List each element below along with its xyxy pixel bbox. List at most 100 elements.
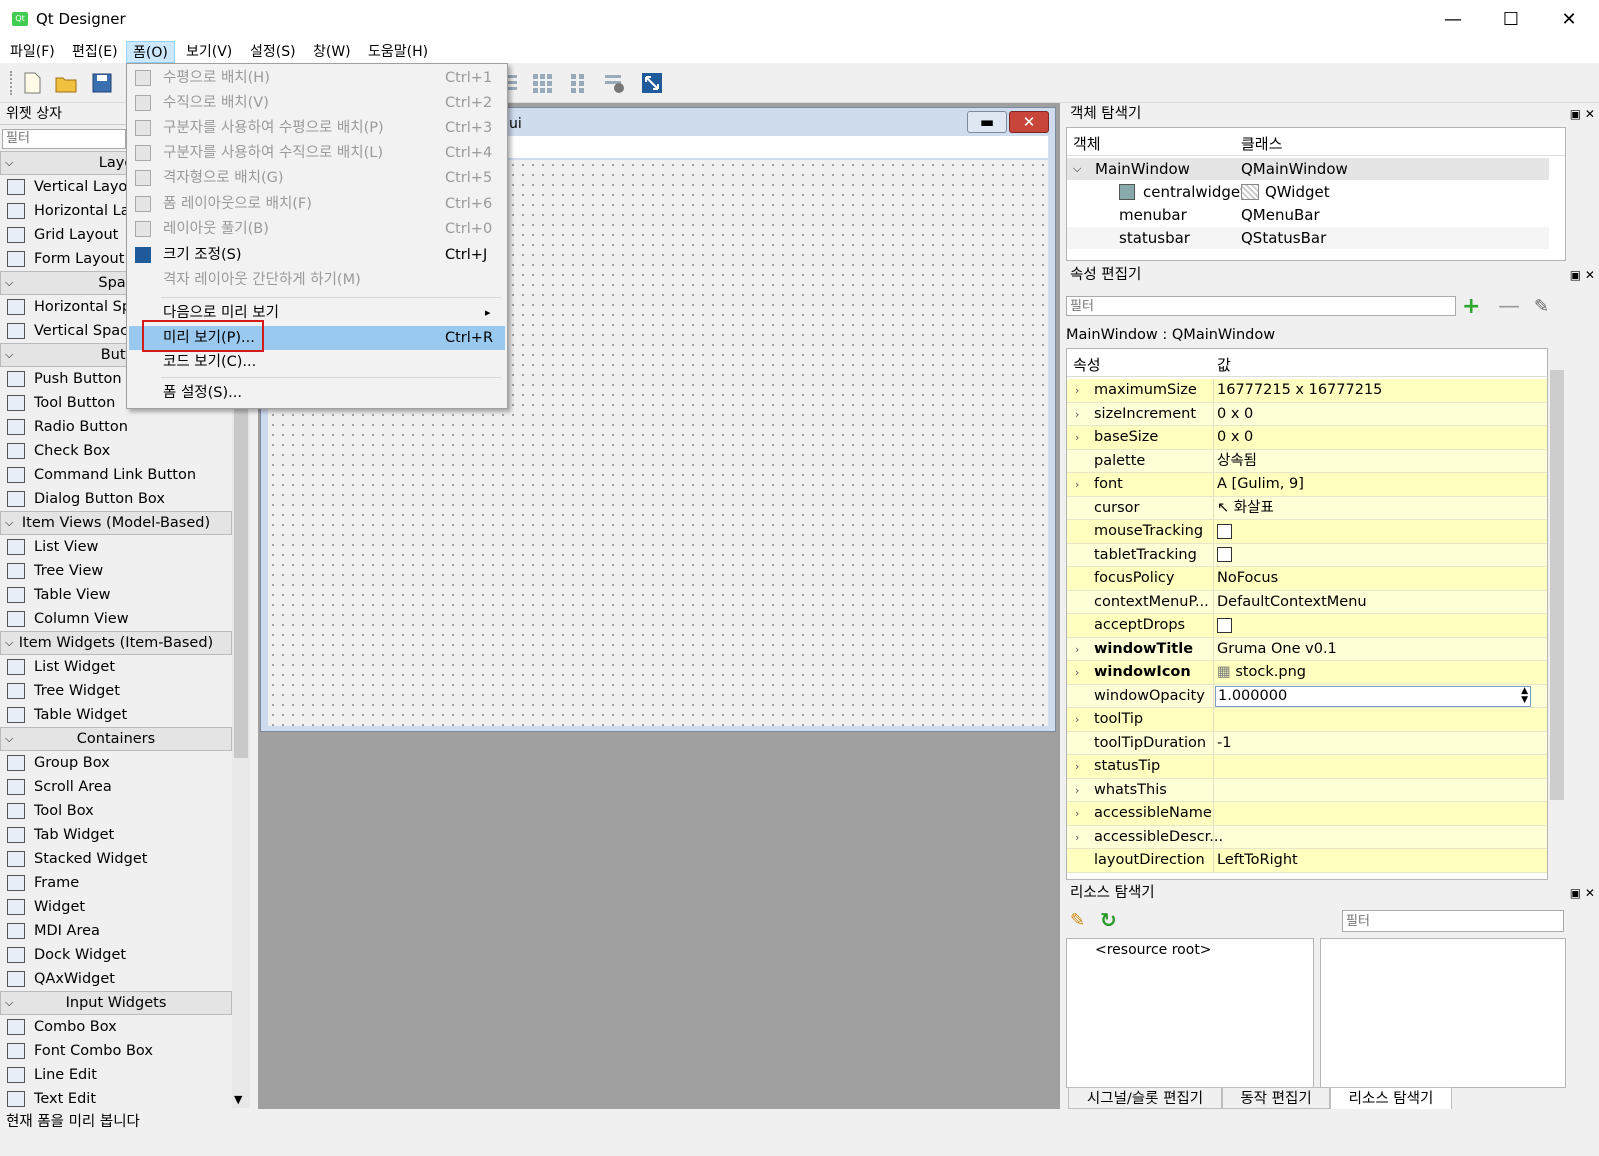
widget-item-line-edit[interactable]: Line Edit bbox=[0, 1063, 232, 1087]
property-row[interactable]: cursor ↖ 화살표 bbox=[1067, 496, 1547, 520]
property-row[interactable]: › maximumSize 16777215 x 16777215 bbox=[1067, 379, 1547, 403]
property-row[interactable]: › baseSize 0 x 0 bbox=[1067, 426, 1547, 450]
menu-item-layout-horizontal[interactable]: 수평으로 배치(H) Ctrl+1 bbox=[129, 66, 505, 90]
widget-filter-input[interactable] bbox=[2, 128, 126, 149]
widget-item-tree-view[interactable]: Tree View bbox=[0, 559, 232, 583]
category-header[interactable]: ⌵ Item Views (Model-Based) bbox=[0, 511, 232, 535]
checkbox[interactable] bbox=[1217, 523, 1232, 539]
menu-item-layout-vertical[interactable]: 수직으로 배치(V) Ctrl+2 bbox=[129, 91, 505, 115]
widget-item-list-view[interactable]: List View bbox=[0, 535, 232, 559]
property-value[interactable]: 16777215 x 16777215 bbox=[1217, 379, 1382, 403]
widget-item-command-link-button[interactable]: Command Link Button bbox=[0, 463, 232, 487]
reload-icon[interactable]: ↻ bbox=[1100, 908, 1117, 932]
column-value-header[interactable]: 값 bbox=[1217, 354, 1231, 375]
widget-item-column-view[interactable]: Column View bbox=[0, 607, 232, 631]
chevron-right-icon[interactable]: › bbox=[1075, 403, 1079, 427]
tab-resource-browser[interactable]: 리소스 탐색기 bbox=[1330, 1087, 1452, 1109]
widget-item-font-combo-box[interactable]: Font Combo Box bbox=[0, 1039, 232, 1063]
property-row[interactable]: › windowIcon ▦ stock.png bbox=[1067, 661, 1547, 685]
dock-float-close-icon[interactable]: ▣ ✕ bbox=[1570, 264, 1595, 286]
dock-float-close-icon[interactable]: ▣ ✕ bbox=[1570, 103, 1595, 125]
chevron-right-icon[interactable]: › bbox=[1075, 473, 1079, 497]
chevron-down-icon[interactable]: ⌵ bbox=[1073, 158, 1081, 180]
menu-item-layout-form[interactable]: 폼 레이아웃으로 배치(F) Ctrl+6 bbox=[129, 192, 505, 216]
property-row[interactable]: › statusTip bbox=[1067, 755, 1547, 779]
resource-filter-input[interactable] bbox=[1342, 910, 1564, 932]
category-header[interactable]: ⌵ Item Widgets (Item-Based) bbox=[0, 631, 232, 655]
widget-item-dock-widget[interactable]: Dock Widget bbox=[0, 943, 232, 967]
chevron-right-icon[interactable]: › bbox=[1075, 638, 1079, 662]
widget-item-check-box[interactable]: Check Box bbox=[0, 439, 232, 463]
widget-item-frame[interactable]: Frame bbox=[0, 871, 232, 895]
minimize-button[interactable]: — bbox=[1424, 0, 1482, 39]
menu-window[interactable]: 창(W) bbox=[307, 41, 357, 63]
property-row[interactable]: › sizeIncrement 0 x 0 bbox=[1067, 402, 1547, 427]
add-property-icon[interactable]: + bbox=[1462, 294, 1480, 319]
chevron-down-icon[interactable]: ⌵ bbox=[5, 272, 13, 294]
chevron-right-icon[interactable]: › bbox=[1075, 708, 1079, 732]
open-folder-icon[interactable] bbox=[54, 71, 78, 95]
property-row[interactable]: mouseTracking bbox=[1067, 520, 1547, 544]
widget-item-radio-button[interactable]: Radio Button bbox=[0, 415, 232, 439]
checkbox[interactable] bbox=[1217, 547, 1232, 562]
object-tree-scrollbar[interactable] bbox=[1566, 127, 1596, 261]
menu-item-view-code[interactable]: 코드 보기(C)... bbox=[129, 350, 505, 374]
property-row[interactable]: toolTipDuration -1 bbox=[1067, 731, 1547, 756]
property-value[interactable]: 0 x 0 bbox=[1217, 426, 1253, 450]
widget-item-list-widget[interactable]: List Widget bbox=[0, 655, 232, 679]
widget-item-tab-widget[interactable]: Tab Widget bbox=[0, 823, 232, 847]
new-file-icon[interactable] bbox=[20, 71, 44, 95]
widget-item-table-view[interactable]: Table View bbox=[0, 583, 232, 607]
property-row[interactable]: › accessibleName bbox=[1067, 802, 1547, 826]
chevron-right-icon[interactable]: › bbox=[1075, 802, 1079, 826]
property-value[interactable]: A [Gulim, 9] bbox=[1217, 473, 1304, 497]
chevron-right-icon[interactable]: › bbox=[1075, 426, 1079, 450]
menu-settings[interactable]: 설정(S) bbox=[244, 41, 302, 63]
property-filter-input[interactable] bbox=[1066, 296, 1456, 316]
menu-item-adjust-size[interactable]: 크기 조정(S) Ctrl+J bbox=[129, 243, 505, 267]
category-header[interactable]: ⌵ Containers bbox=[0, 727, 232, 751]
menu-help[interactable]: 도움말(H) bbox=[362, 41, 434, 63]
configure-wrench-icon[interactable]: ✎ bbox=[1534, 296, 1549, 317]
property-value[interactable] bbox=[1217, 544, 1232, 568]
property-value[interactable]: -1 bbox=[1217, 732, 1231, 756]
column-class-header[interactable]: 클래스 bbox=[1241, 133, 1282, 154]
form-minimize-button[interactable]: ▬ bbox=[967, 111, 1007, 133]
edit-resources-pencil-icon[interactable]: ✎ bbox=[1070, 910, 1085, 931]
toolbar-grip[interactable] bbox=[10, 71, 13, 95]
tab-action-editor[interactable]: 동작 편집기 bbox=[1222, 1087, 1330, 1109]
chevron-down-icon[interactable]: ⌵ bbox=[5, 992, 13, 1014]
chevron-right-icon[interactable]: › bbox=[1075, 661, 1079, 685]
menu-item-break-layout[interactable]: 레이아웃 풀기(B) Ctrl+0 bbox=[129, 217, 505, 241]
property-row[interactable]: tabletTracking bbox=[1067, 543, 1547, 568]
property-row[interactable]: › whatsThis bbox=[1067, 778, 1547, 802]
break-layout-icon[interactable] bbox=[602, 71, 626, 95]
chevron-down-icon[interactable]: ⌵ bbox=[5, 344, 13, 366]
property-scrollbar[interactable] bbox=[1548, 348, 1566, 880]
resource-root-item[interactable]: <resource root> bbox=[1095, 942, 1212, 958]
spin-arrows-icon[interactable]: ▲ ▼ bbox=[1521, 686, 1528, 705]
property-row[interactable]: › accessibleDescr... bbox=[1067, 825, 1547, 850]
property-row[interactable]: › font A [Gulim, 9] bbox=[1067, 473, 1547, 497]
widget-item-table-widget[interactable]: Table Widget bbox=[0, 703, 232, 727]
dock-float-close-icon[interactable]: ▣ ✕ bbox=[1570, 882, 1595, 904]
widget-item-group-box[interactable]: Group Box bbox=[0, 751, 232, 775]
property-value[interactable]: 상속됨 bbox=[1217, 450, 1257, 474]
chevron-right-icon[interactable]: › bbox=[1075, 826, 1079, 850]
checkbox[interactable] bbox=[1217, 617, 1232, 633]
widget-item-tree-widget[interactable]: Tree Widget bbox=[0, 679, 232, 703]
form-close-button[interactable]: ✕ bbox=[1009, 111, 1049, 133]
property-row[interactable]: contextMenuP... DefaultContextMenu bbox=[1067, 590, 1547, 614]
menu-item-form-settings[interactable]: 폼 설정(S)... bbox=[129, 381, 505, 405]
property-row[interactable]: focusPolicy NoFocus bbox=[1067, 567, 1547, 591]
resource-list[interactable] bbox=[1320, 938, 1566, 1088]
widget-item-mdi-area[interactable]: MDI Area bbox=[0, 919, 232, 943]
close-button[interactable]: ✕ bbox=[1540, 0, 1598, 39]
property-value[interactable]: Gruma One v0.1 bbox=[1217, 638, 1337, 662]
tab-signal-slot-editor[interactable]: 시그널/슬롯 편집기 bbox=[1068, 1087, 1222, 1109]
tree-row[interactable]: centralwidget QWidget bbox=[1067, 181, 1549, 203]
property-value[interactable]: ▦ stock.png bbox=[1217, 661, 1306, 685]
menu-item-splitter-horizontal[interactable]: 구분자를 사용하여 수평으로 배치(P) Ctrl+3 bbox=[129, 116, 505, 140]
tree-row[interactable]: statusbar QStatusBar bbox=[1067, 227, 1549, 249]
chevron-down-icon[interactable]: ⌵ bbox=[5, 728, 13, 750]
